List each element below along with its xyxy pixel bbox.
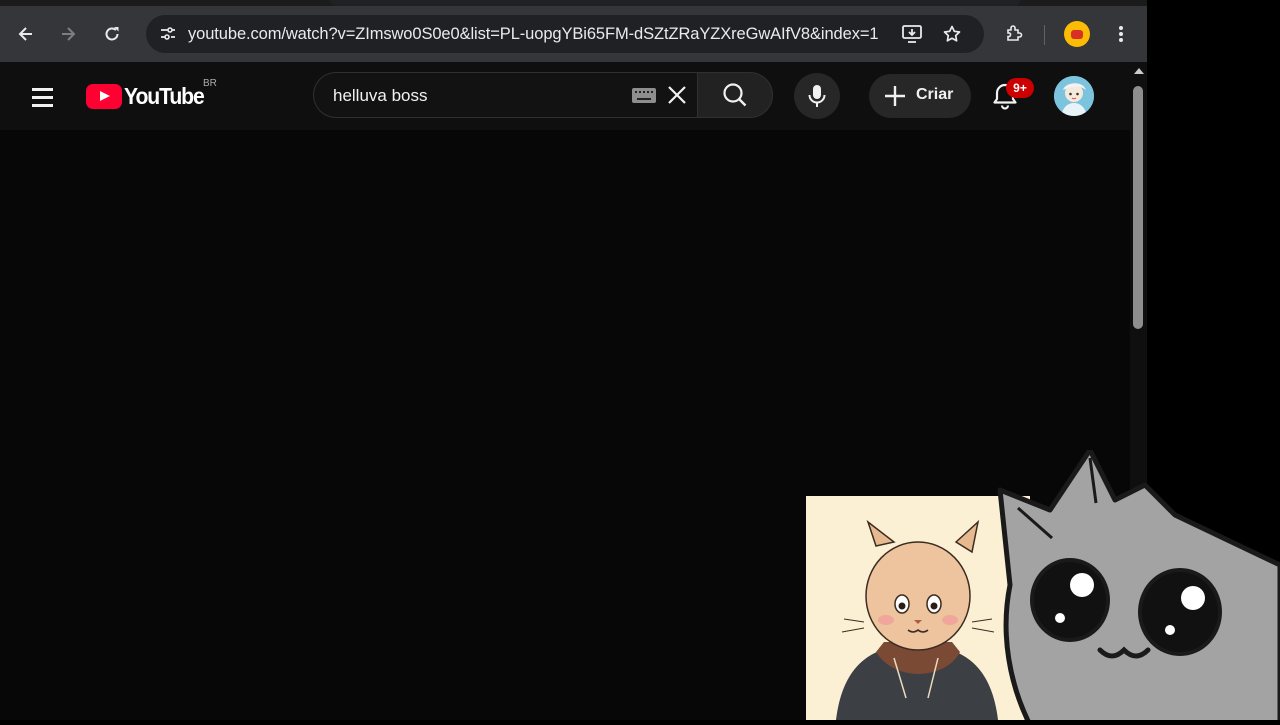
search-input[interactable]: helluva boss xyxy=(313,72,698,118)
avatar[interactable] xyxy=(1054,76,1094,116)
gray-cartoon-cat-mascot-image xyxy=(990,447,1280,725)
search-query[interactable]: helluva boss xyxy=(333,86,428,106)
youtube-header: YouTube BR helluva boss Criar 9+ xyxy=(0,62,1130,130)
scroll-thumb[interactable] xyxy=(1133,86,1143,329)
url-domain: youtube.com xyxy=(188,25,282,43)
bookmark-star-icon[interactable] xyxy=(938,20,966,48)
youtube-play-icon xyxy=(86,83,122,109)
reload-icon[interactable] xyxy=(96,18,128,50)
create-button[interactable]: Criar xyxy=(869,74,971,118)
address-bar[interactable]: youtube.com/watch?v=ZImswo0S0e0&list=PL-… xyxy=(146,15,984,53)
install-app-icon[interactable] xyxy=(898,20,926,48)
extensions-icon[interactable] xyxy=(998,18,1030,50)
site-info-icon[interactable] xyxy=(154,20,182,48)
country-code: BR xyxy=(203,78,217,89)
scroll-up-arrow-icon[interactable] xyxy=(1134,68,1144,74)
microphone-icon xyxy=(808,85,826,107)
keyboard-icon[interactable] xyxy=(632,88,656,103)
plus-icon xyxy=(885,86,905,106)
voice-search-button[interactable] xyxy=(794,73,840,119)
clear-icon[interactable] xyxy=(664,82,690,108)
profile-icon[interactable] xyxy=(1064,21,1090,47)
create-label: Criar xyxy=(916,86,954,103)
toolbar-divider xyxy=(1044,25,1045,45)
search-icon xyxy=(723,83,747,107)
menu-kebab-icon[interactable] xyxy=(1105,18,1137,50)
logo-text: YouTube xyxy=(124,82,205,109)
youtube-logo[interactable]: YouTube xyxy=(86,83,211,109)
notification-count-badge: 9+ xyxy=(1006,78,1034,98)
url-text[interactable]: youtube.com/watch?v=ZImswo0S0e0&list=PL-… xyxy=(188,25,879,44)
back-arrow-icon[interactable] xyxy=(10,18,42,50)
url-path: /watch?v=ZImswo0S0e0&list=PL-uopgYBi65FM… xyxy=(281,25,879,43)
search-button[interactable] xyxy=(697,72,773,118)
hamburger-menu-icon[interactable] xyxy=(28,82,58,112)
browser-toolbar: youtube.com/watch?v=ZImswo0S0e0&list=PL-… xyxy=(0,6,1147,62)
forward-arrow-icon[interactable] xyxy=(52,18,84,50)
